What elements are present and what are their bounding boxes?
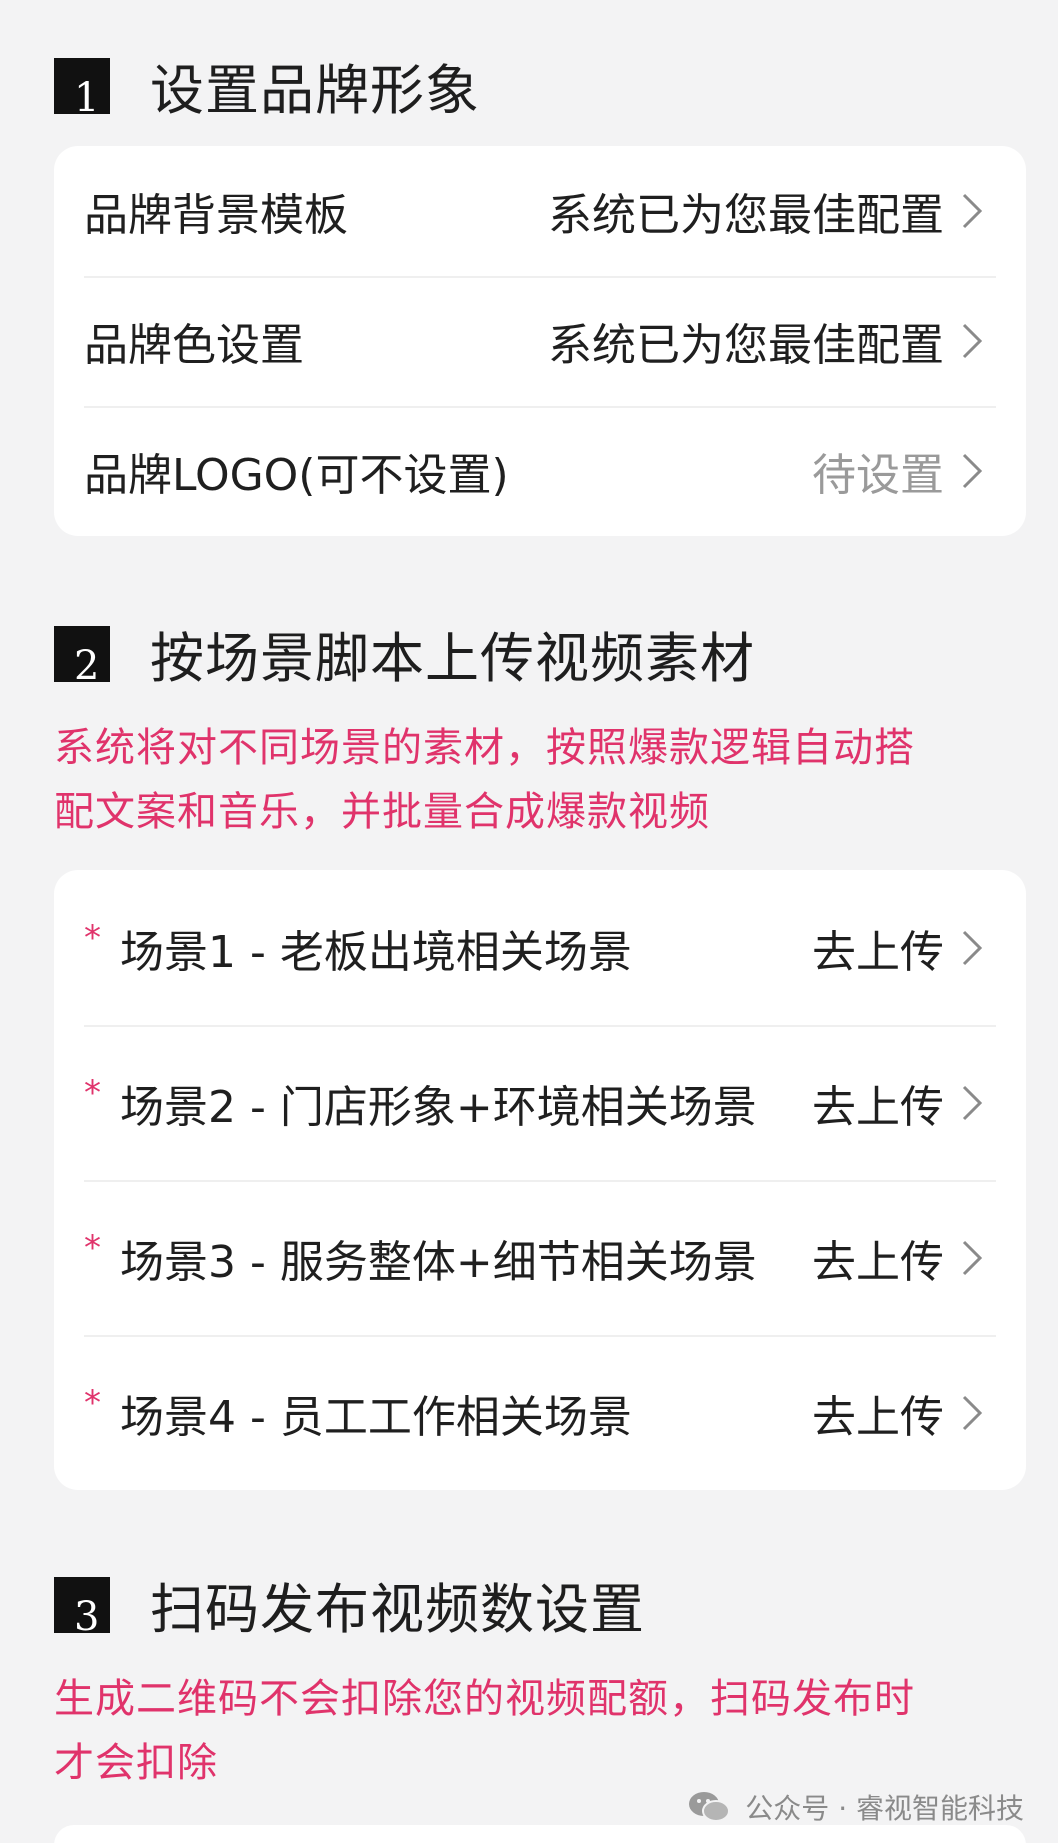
note-line: 配文案和音乐，并批量合成爆款视频 (54, 789, 710, 835)
wechat-icon (689, 1792, 731, 1822)
section-2-header: 2 按场景脚本上传视频素材 (54, 614, 755, 693)
brand-settings-card: 品牌背景模板 系统已为您最佳配置 品牌色设置 系统已为您最佳配置 品牌LOGO(… (54, 146, 1026, 536)
page: 1 设置品牌形象 品牌背景模板 系统已为您最佳配置 品牌色设置 系统已为您最佳配… (0, 0, 1058, 1843)
upload-link[interactable]: 去上传 (812, 1226, 944, 1290)
section-number-badge: 2 (54, 625, 110, 686)
section-title: 扫码发布视频数设置 (150, 1578, 645, 1641)
section-number-badge: 1 (54, 57, 110, 118)
row-value: 系统已为您最佳配置 (548, 320, 944, 371)
chevron-right-icon (962, 323, 983, 359)
row-label: 场景3 - 服务整体+细节相关场景 (120, 1236, 757, 1288)
section-title: 设置品牌形象 (150, 59, 480, 122)
chevron-right-icon (962, 930, 983, 965)
chevron-right-icon (962, 1085, 983, 1120)
row-value: 待设置 (812, 450, 944, 501)
required-mark: * (84, 1227, 101, 1268)
row-value: 系统已为您最佳配置 (548, 190, 944, 241)
note-line: 生成二维码不会扣除您的视频配额，扫码发布时 (54, 1676, 915, 1722)
required-mark: * (84, 1072, 101, 1113)
section-3-note: 生成二维码不会扣除您的视频配额，扫码发布时 才会扣除 (54, 1667, 1014, 1795)
scene-upload-card: * 场景1 - 老板出境相关场景 去上传 * 场景2 - 门店形象+环境相关场景… (54, 870, 1026, 1490)
chevron-right-icon (962, 193, 983, 229)
upload-link[interactable]: 去上传 (812, 1381, 944, 1445)
section-title: 按场景脚本上传视频素材 (150, 627, 755, 690)
section-2-note: 系统将对不同场景的素材，按照爆款逻辑自动搭 配文案和音乐，并批量合成爆款视频 (54, 716, 1014, 844)
watermark-text: 公众号 · 睿视智能科技 (745, 1792, 1024, 1825)
row-label: 场景2 - 门店形象+环境相关场景 (120, 1081, 757, 1133)
row-label: 场景1 - 老板出境相关场景 (120, 926, 632, 978)
brand-logo-row[interactable]: 品牌LOGO(可不设置) 待设置 (54, 406, 1026, 536)
publish-settings-card (54, 1825, 1026, 1843)
scene-3-row[interactable]: * 场景3 - 服务整体+细节相关场景 去上传 (54, 1180, 1026, 1335)
row-label: 品牌色设置 (84, 320, 304, 371)
upload-link[interactable]: 去上传 (812, 1071, 944, 1135)
chevron-right-icon (962, 453, 983, 489)
section-3-header: 3 扫码发布视频数设置 (54, 1565, 645, 1644)
required-mark: * (84, 917, 101, 958)
row-label: 品牌背景模板 (84, 190, 348, 241)
chevron-right-icon (962, 1395, 983, 1430)
row-label: 场景4 - 员工工作相关场景 (120, 1391, 632, 1443)
watermark: 公众号 · 睿视智能科技 (687, 1787, 1024, 1827)
upload-link[interactable]: 去上传 (812, 916, 944, 980)
row-label: 品牌LOGO(可不设置) (84, 450, 509, 501)
chevron-right-icon (962, 1240, 983, 1275)
required-mark: * (84, 1382, 101, 1423)
scene-4-row[interactable]: * 场景4 - 员工工作相关场景 去上传 (54, 1335, 1026, 1490)
brand-background-template-row[interactable]: 品牌背景模板 系统已为您最佳配置 (54, 146, 1026, 276)
brand-color-row[interactable]: 品牌色设置 系统已为您最佳配置 (54, 276, 1026, 406)
scene-2-row[interactable]: * 场景2 - 门店形象+环境相关场景 去上传 (54, 1025, 1026, 1180)
note-line: 系统将对不同场景的素材，按照爆款逻辑自动搭 (54, 725, 915, 771)
scene-1-row[interactable]: * 场景1 - 老板出境相关场景 去上传 (54, 870, 1026, 1025)
section-1-header: 1 设置品牌形象 (54, 46, 480, 125)
note-line: 才会扣除 (54, 1740, 218, 1786)
section-number-badge: 3 (54, 1576, 110, 1637)
